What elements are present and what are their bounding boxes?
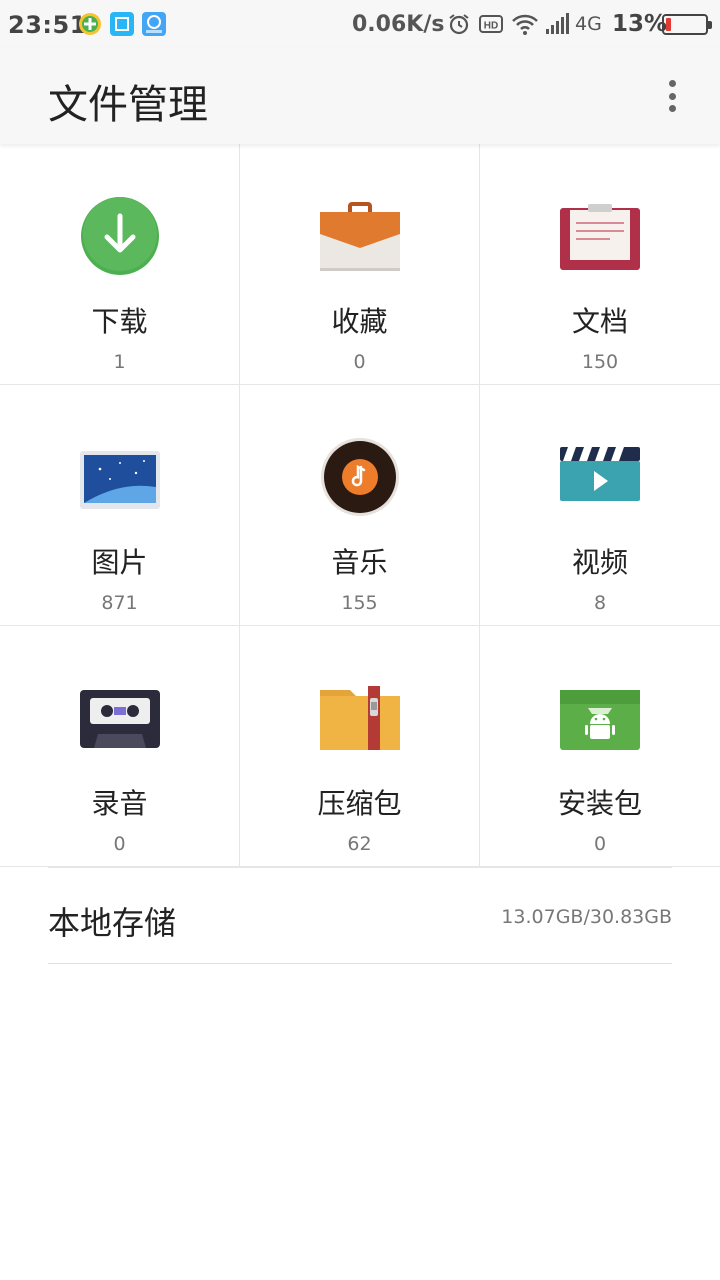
category-label: 文档: [571, 305, 628, 338]
category-grid: 下载 1 收藏 0 文档 150 图片 871 音乐 155 视频 8 录音 0…: [0, 144, 720, 867]
app-notification-icon: [78, 12, 102, 36]
category-label: 录音: [91, 787, 148, 820]
category-music[interactable]: 音乐 155: [240, 385, 480, 626]
video-icon: [560, 447, 640, 501]
category-label: 收藏: [331, 305, 388, 338]
signal-icon: [545, 12, 571, 40]
document-icon: [560, 204, 640, 270]
category-archives[interactable]: 压缩包 62: [240, 626, 480, 867]
music-icon: [321, 438, 399, 516]
hd-badge-text: HD: [484, 21, 498, 32]
category-label: 安装包: [557, 787, 642, 820]
category-label: 视频: [571, 546, 628, 579]
battery-fill: [666, 18, 671, 31]
archive-icon: [320, 686, 400, 750]
local-storage-row[interactable]: 本地存储 13.07GB/30.83GB: [48, 867, 672, 964]
category-apk[interactable]: 安装包 0: [480, 626, 720, 867]
category-count: 155: [341, 592, 378, 614]
network-speed: 0.06K/s: [352, 12, 445, 37]
alarm-icon: [447, 12, 471, 40]
category-recordings[interactable]: 录音 0: [0, 626, 240, 867]
storage-label: 本地存储: [48, 904, 177, 942]
category-count: 62: [347, 833, 372, 855]
page-title: 文件管理: [48, 82, 208, 128]
more-vert-icon[interactable]: [656, 76, 688, 116]
app-bar: 文件管理: [0, 48, 720, 144]
category-count: 8: [593, 592, 607, 614]
battery-icon: [662, 14, 712, 35]
category-label: 压缩包: [317, 787, 402, 820]
category-count: 1: [113, 351, 126, 373]
category-count: 0: [353, 351, 366, 373]
category-documents[interactable]: 文档 150: [480, 144, 720, 385]
storage-usage: 13.07GB/30.83GB: [501, 906, 672, 928]
category-count: 150: [581, 351, 619, 373]
category-download[interactable]: 下载 1: [0, 144, 240, 385]
category-label: 图片: [91, 546, 148, 579]
recording-icon: [80, 690, 160, 748]
category-count: 0: [113, 833, 126, 855]
category-count: 0: [593, 833, 607, 855]
category-label: 下载: [91, 305, 148, 338]
network-type: 4G: [575, 13, 602, 35]
download-icon: [81, 197, 159, 275]
category-favorites[interactable]: 收藏 0: [240, 144, 480, 385]
battery-percent: 13%: [612, 11, 668, 37]
image-icon: [80, 451, 160, 509]
category-label: 音乐: [331, 546, 388, 579]
favorites-icon: [320, 202, 400, 271]
category-images[interactable]: 图片 871: [0, 385, 240, 626]
screenshot-notification-icon: [110, 12, 134, 36]
status-bar: 23:51 0.06K/s HD 4G 13%: [0, 0, 720, 48]
category-count: 871: [101, 592, 138, 614]
category-video[interactable]: 视频 8: [480, 385, 720, 626]
status-time: 23:51: [8, 11, 87, 39]
apk-icon: [560, 690, 640, 750]
hd-icon: HD: [479, 12, 503, 40]
sync-notification-icon: [142, 12, 166, 36]
wifi-icon: [511, 12, 539, 40]
